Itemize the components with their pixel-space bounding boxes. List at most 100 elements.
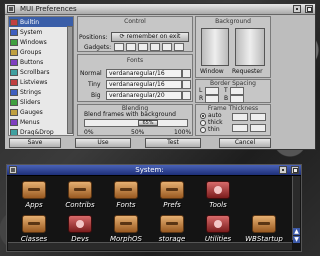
zoom-gadget-icon[interactable] [293, 5, 301, 13]
drawer-icon-apps[interactable]: Apps [9, 181, 59, 209]
blending-group: Blending Blend frames with background 65… [77, 104, 193, 136]
category-item[interactable]: Sliders [9, 97, 73, 107]
gadget-style-3[interactable] [138, 43, 148, 51]
gadget-style-5[interactable] [162, 43, 172, 51]
category-item[interactable]: Gauges [9, 107, 73, 117]
drawer-close-gadget-icon[interactable] [9, 166, 17, 174]
spacing-t-field[interactable] [230, 87, 244, 95]
blending-label: Blend frames with background [84, 111, 176, 118]
drawer-zoom-gadget-icon[interactable] [279, 166, 287, 174]
drawer-icon-area: Apps Contribs Fonts Prefs Tools Classes Devs Mo… [7, 175, 293, 245]
thickness-thick-radio[interactable] [200, 120, 206, 126]
spacing-l-field[interactable] [205, 87, 219, 95]
drawer-icon-morphos[interactable]: MorphOS [101, 215, 151, 243]
thickness-thin-label: thin [208, 126, 220, 133]
gadget-style-6[interactable] [174, 43, 184, 51]
category-icon [10, 38, 18, 46]
scroll-down-icon[interactable]: ▼ [293, 236, 300, 243]
category-item[interactable]: Buttons [9, 57, 73, 67]
drawer-icon-prefs[interactable]: Prefs [147, 181, 197, 209]
system-drawer-window: System: Apps Contribs Fonts Prefs Tools Class… [6, 164, 302, 252]
positions-cycle[interactable]: ⟳ remember on exit [111, 32, 189, 42]
category-list[interactable]: Builtin System Windows Groups Buttons Scrollb… [8, 16, 74, 136]
gadget-style-2[interactable] [126, 43, 136, 51]
drawer-icon [252, 215, 276, 233]
drawer-icon-contribs[interactable]: Contribs [55, 181, 105, 209]
category-icon [10, 98, 18, 106]
category-label: Gauges [20, 108, 43, 116]
mui-preferences-window: MUI Preferences Builtin System Windows Grou… [4, 3, 316, 150]
thickness-preview-1 [232, 113, 248, 121]
font-big-field[interactable]: verdanaregular/20 [106, 91, 182, 100]
thickness-auto-radio[interactable] [200, 113, 206, 119]
blending-slider[interactable]: 65% [84, 119, 188, 127]
font-tiny-label: Tiny [88, 81, 101, 88]
category-item[interactable]: Scrollbars [9, 67, 73, 77]
font-normal-popup-icon[interactable] [182, 69, 191, 78]
drawer-icon-label: Apps [25, 201, 43, 209]
category-item[interactable]: System [9, 27, 73, 37]
tool-drawer-icon [206, 215, 230, 233]
requester-background-label: Requester [232, 68, 263, 75]
category-label: Builtin [20, 18, 40, 26]
test-button[interactable]: Test [145, 138, 201, 148]
use-button[interactable]: Use [75, 138, 131, 148]
spacing-l-label: L [199, 87, 203, 94]
drawer-icon-label: Tools [209, 201, 227, 209]
drawer-icon-storage[interactable]: storage [147, 215, 197, 243]
control-group: Control Positions: ⟳ remember on exit Ga… [77, 16, 193, 52]
drawer-horizontal-scrollbar[interactable] [8, 242, 292, 250]
window-background-label: Window [200, 68, 224, 75]
category-icon [10, 128, 18, 135]
category-item[interactable]: Builtin [9, 17, 73, 27]
fonts-title: Fonts [126, 57, 144, 64]
drawer-icon [160, 181, 184, 199]
positions-label: Positions: [79, 34, 108, 41]
drawer-icon-devs[interactable]: Devs [55, 215, 105, 243]
thickness-preview-2 [250, 113, 266, 121]
depth-gadget-icon[interactable] [305, 5, 313, 13]
thickness-thick-label: thick [208, 119, 223, 126]
window-background-swatch[interactable] [201, 28, 229, 66]
thickness-auto-label: auto [208, 112, 222, 119]
category-label: Groups [20, 48, 42, 56]
scroll-up-icon[interactable]: ▲ [293, 228, 300, 235]
category-item[interactable]: Groups [9, 47, 73, 57]
drawer-icon-label: Prefs [163, 201, 181, 209]
cancel-button[interactable]: Cancel [219, 138, 271, 148]
gadget-style-1[interactable] [114, 43, 124, 51]
category-item[interactable]: Menus [9, 117, 73, 127]
drawer-depth-gadget-icon[interactable] [291, 166, 299, 174]
drawer-icon [68, 181, 92, 199]
category-icon [10, 48, 18, 56]
spacing-t-label: T [224, 87, 228, 94]
spacing-r-label: R [199, 95, 204, 102]
frame-thickness-title: Frame Thickness [207, 105, 259, 112]
category-item[interactable]: Drag&Drop [9, 127, 73, 136]
drawer-icon-wbstartup[interactable]: WBStartup [239, 215, 289, 243]
close-gadget-icon[interactable] [7, 5, 15, 13]
requester-background-swatch[interactable] [235, 28, 265, 66]
thickness-thin-radio[interactable] [200, 127, 206, 133]
font-tiny-field[interactable]: verdanaregular/16 [106, 80, 182, 89]
font-big-popup-icon[interactable] [182, 91, 191, 100]
save-button[interactable]: Save [9, 138, 61, 148]
drawer-icon [160, 215, 184, 233]
gadget-style-4[interactable] [150, 43, 160, 51]
drawer-icon-fonts[interactable]: Fonts [101, 181, 151, 209]
category-item[interactable]: Windows [9, 37, 73, 47]
spacing-r-field[interactable] [205, 95, 219, 103]
font-normal-field[interactable]: verdanaregular/16 [106, 69, 182, 78]
spacing-b-field[interactable] [230, 95, 244, 103]
drawer-icon-utilities[interactable]: Utilities [193, 215, 243, 243]
font-tiny-popup-icon[interactable] [182, 80, 191, 89]
category-item[interactable]: Listviews [9, 77, 73, 87]
drawer-icon-tools[interactable]: Tools [193, 181, 243, 209]
category-label: Menus [20, 118, 40, 126]
category-label: Drag&Drop [20, 128, 54, 136]
drawer-icon-classes[interactable]: Classes [9, 215, 59, 243]
category-scrollbar[interactable] [67, 26, 73, 134]
blending-slider-knob[interactable]: 65% [138, 120, 158, 126]
prefs-titlebar[interactable]: MUI Preferences [5, 4, 315, 15]
category-item[interactable]: Strings [9, 87, 73, 97]
